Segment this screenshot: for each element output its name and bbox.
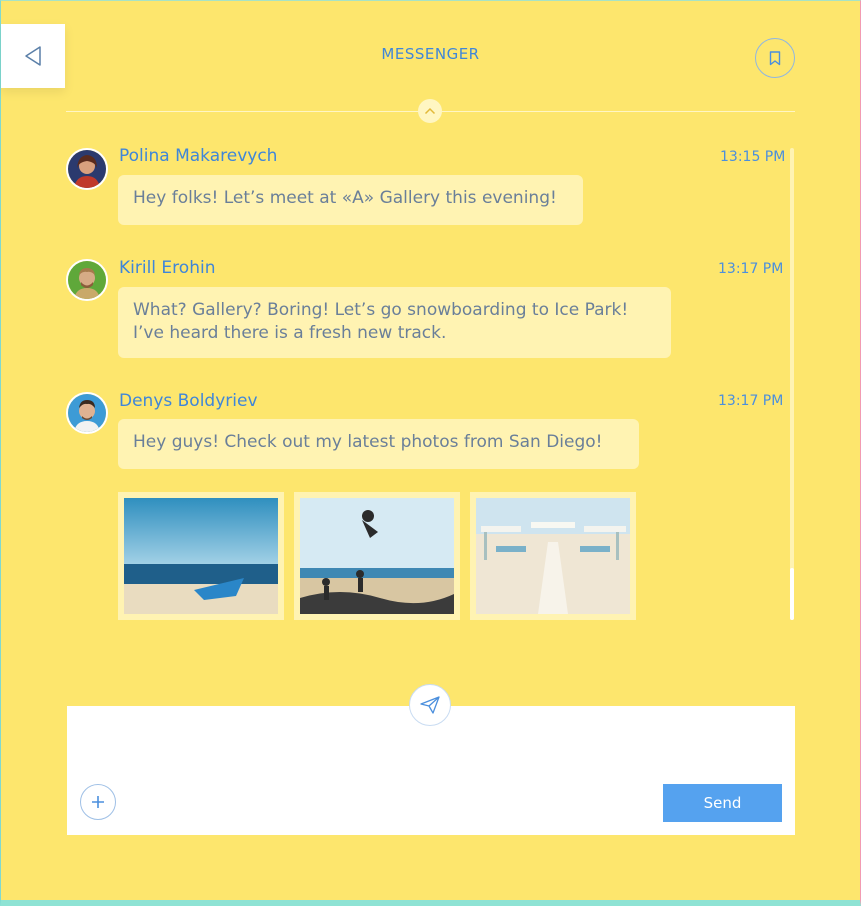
message-text: Hey guys! Check out my latest photos fro… [133,432,603,452]
sender-name[interactable]: Denys Boldyriev [119,391,258,411]
sender-name[interactable]: Polina Makarevych [119,146,277,166]
paper-plane-icon [420,696,440,714]
message-time: 13:17 PM [718,261,784,277]
avatar-kirill[interactable] [66,259,108,301]
collapse-button[interactable] [418,99,442,123]
send-plane-button[interactable] [409,684,451,726]
message-bubble: Hey folks! Let’s meet at «A» Gallery thi… [118,175,583,225]
avatar-denys[interactable] [66,392,108,434]
bookmark-icon [769,50,781,65]
message-time: 13:17 PM [718,393,784,409]
sender-name[interactable]: Kirill Erohin [119,258,215,278]
plus-icon [92,796,104,808]
sea-boat-photo[interactable] [118,492,284,620]
avatar-polina[interactable] [66,148,108,190]
message-time: 13:15 PM [720,149,786,165]
send-button[interactable]: Send [663,784,782,822]
message-bubble: What? Gallery? Boring! Let’s go snowboar… [118,287,671,358]
bookmark-button[interactable] [755,38,795,78]
message-text: Hey folks! Let’s meet at «A» Gallery thi… [133,188,557,208]
message-text-line: I’ve heard there is a fresh new track. [133,323,447,343]
message-input[interactable] [79,718,783,776]
scrollbar[interactable] [790,148,794,620]
message-bubble: Hey guys! Check out my latest photos fro… [118,419,639,469]
scrollbar-thumb[interactable] [790,568,794,620]
message-text-line: What? Gallery? Boring! Let’s go snowboar… [133,300,629,320]
add-attachment-button[interactable] [80,784,116,820]
chevron-up-icon [424,107,436,115]
skateboard-beach-photo[interactable] [294,492,460,620]
page-title: MESSENGER [381,45,480,63]
beach-cabanas-photo[interactable] [470,492,636,620]
